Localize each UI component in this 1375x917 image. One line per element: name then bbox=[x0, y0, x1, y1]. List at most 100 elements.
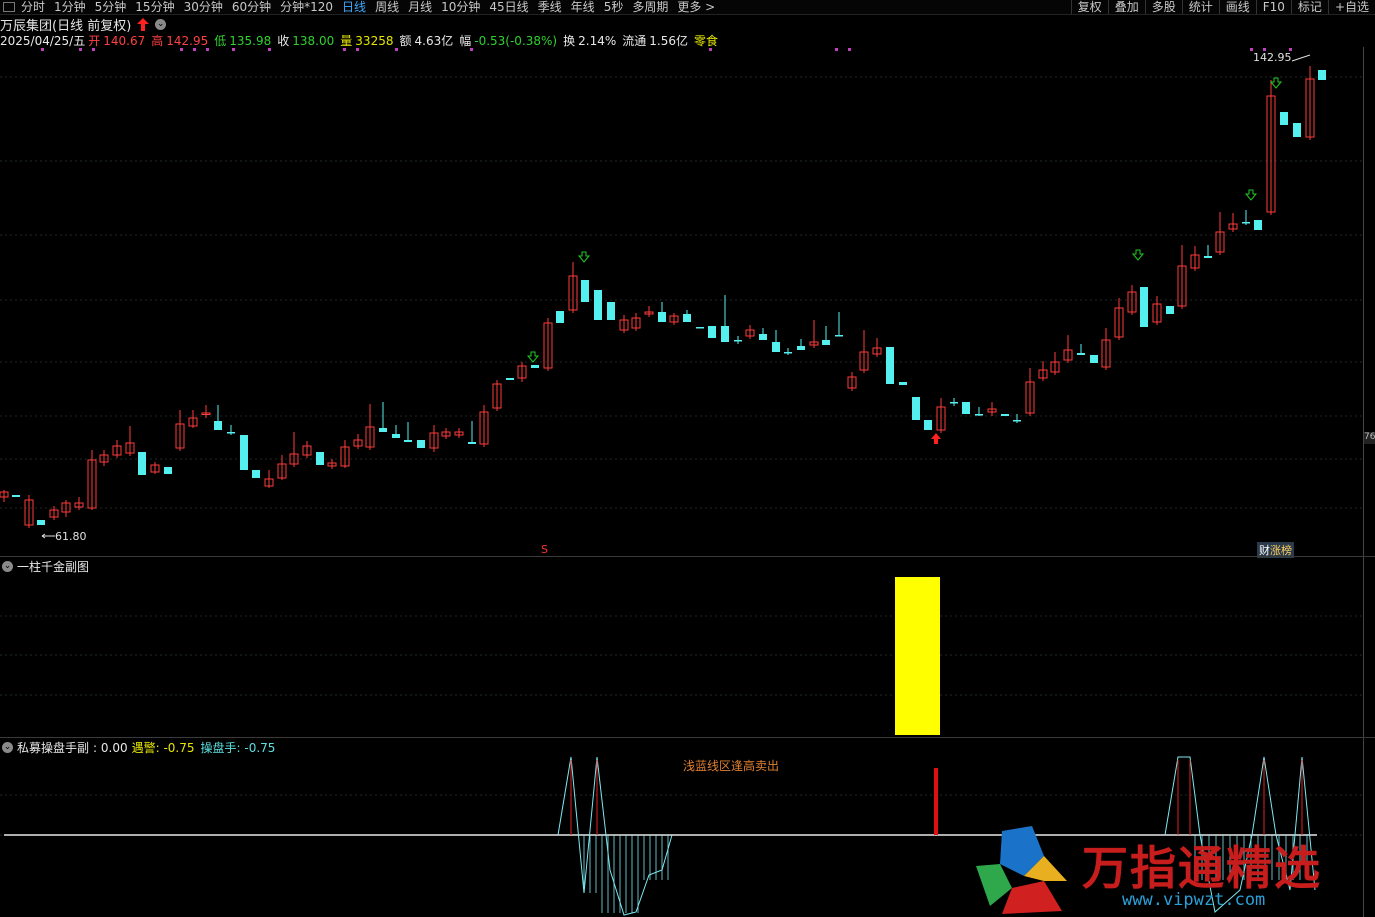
candle-body bbox=[734, 340, 742, 342]
candle-body bbox=[696, 327, 704, 329]
candle-body bbox=[227, 432, 235, 434]
candle-body bbox=[1001, 414, 1009, 416]
down-arrow-icon bbox=[1244, 189, 1258, 201]
candle-body bbox=[1254, 220, 1262, 230]
candle-body bbox=[316, 452, 324, 465]
up-arrow-icon bbox=[931, 433, 941, 444]
sell-hint-note: 浅蓝线区逢高卖出 bbox=[683, 759, 780, 773]
panel2-title: ⌄ 私募操盘手副 : 0.00 遇警 : -0.75 操盘手 : -0.75 bbox=[2, 739, 275, 756]
down-arrow-icon bbox=[1131, 249, 1145, 261]
chart-canvas[interactable] bbox=[0, 0, 1375, 917]
purple-signal-dot bbox=[193, 48, 196, 51]
purple-signal-dot bbox=[206, 48, 209, 51]
candle-body bbox=[468, 442, 476, 444]
right-price-axis bbox=[1363, 47, 1375, 917]
candle-body bbox=[683, 314, 691, 322]
purple-signal-dot bbox=[92, 48, 95, 51]
purple-signal-dot bbox=[79, 48, 82, 51]
candle-body bbox=[784, 352, 792, 354]
watermark-logo-icon bbox=[976, 826, 1067, 914]
panel2-red-bar bbox=[934, 768, 938, 835]
candle-body bbox=[912, 397, 920, 420]
candle-body bbox=[822, 340, 830, 345]
purple-signal-dot bbox=[356, 48, 359, 51]
candle-body bbox=[975, 414, 983, 416]
candle-body bbox=[899, 382, 907, 385]
purple-signal-dot bbox=[180, 48, 183, 51]
candle-body bbox=[1204, 256, 1212, 258]
purple-signal-dot bbox=[709, 48, 712, 51]
panel2-menu-icon[interactable]: ⌄ bbox=[2, 742, 13, 753]
candle-body bbox=[1293, 123, 1301, 137]
candle-body bbox=[772, 342, 780, 352]
panel1-title-text[interactable]: 一柱千金副图 bbox=[17, 558, 89, 575]
candle-body bbox=[1013, 420, 1021, 422]
watermark-url: www.vipwzt.com bbox=[1122, 890, 1266, 910]
s-signal-marker: S bbox=[541, 543, 548, 556]
candle-body bbox=[37, 520, 45, 525]
candle-body bbox=[252, 470, 260, 478]
candle-body bbox=[417, 440, 425, 448]
purple-signal-dot bbox=[41, 48, 44, 51]
high-price-marker: 142.95 bbox=[1253, 51, 1292, 64]
alert-label: 遇警 bbox=[131, 741, 156, 755]
candle-body bbox=[138, 452, 146, 475]
purple-signal-dot bbox=[395, 48, 398, 51]
candle-body bbox=[708, 326, 716, 338]
candle-body bbox=[392, 434, 400, 438]
golden-bar bbox=[895, 577, 940, 735]
alert-value: : -0.75 bbox=[155, 740, 195, 755]
trader-label: 操盘手 bbox=[200, 741, 237, 755]
watermark: 万指通精选 www.vipwzt.com bbox=[972, 826, 1372, 916]
watermark-text: 万指通精选 bbox=[1082, 841, 1322, 895]
candle-body bbox=[924, 420, 932, 430]
panel-separator bbox=[0, 737, 1375, 738]
candle-body bbox=[1166, 306, 1174, 314]
candle-body bbox=[759, 334, 767, 340]
down-arrow-icon bbox=[526, 351, 540, 363]
panel2-title-text[interactable]: 私募操盘手副 bbox=[17, 739, 89, 756]
high-pointer-line bbox=[1291, 54, 1311, 62]
down-arrow-icon bbox=[1269, 77, 1283, 89]
purple-signal-dot bbox=[835, 48, 838, 51]
candle-body bbox=[950, 402, 958, 404]
candle-body bbox=[835, 335, 843, 337]
candle-body bbox=[214, 421, 222, 430]
candle-body bbox=[240, 435, 248, 470]
low-pointer-line bbox=[41, 533, 55, 539]
candle-body bbox=[1090, 355, 1098, 363]
purple-signal-dot bbox=[848, 48, 851, 51]
panel-separator bbox=[0, 556, 1375, 557]
purple-signal-dot bbox=[343, 48, 346, 51]
candle-body bbox=[607, 302, 615, 320]
candle-body bbox=[1140, 287, 1148, 327]
trader-value: : -0.75 bbox=[236, 740, 276, 755]
candle-body bbox=[962, 402, 970, 414]
panel1-menu-icon[interactable]: ⌄ bbox=[2, 561, 13, 572]
purple-signal-dot bbox=[232, 48, 235, 51]
low-price-marker: 61.80 bbox=[55, 530, 87, 543]
candle-body bbox=[379, 428, 387, 432]
purple-signal-dot bbox=[268, 48, 271, 51]
candle-body bbox=[1077, 353, 1085, 355]
candle-body bbox=[721, 326, 729, 342]
candle-body bbox=[797, 346, 805, 350]
candle-body bbox=[531, 365, 539, 368]
axis-price-tag: 76 bbox=[1364, 432, 1375, 444]
candle-body bbox=[164, 467, 172, 474]
panel2-value: : 0.00 bbox=[93, 740, 128, 755]
candle-body bbox=[12, 495, 20, 497]
candle-body bbox=[1280, 112, 1288, 125]
candle-body bbox=[506, 378, 514, 380]
candle-body bbox=[594, 290, 602, 320]
candle-body bbox=[658, 312, 666, 322]
candle-body bbox=[404, 440, 412, 442]
oscillator-line bbox=[557, 756, 673, 916]
candle-body bbox=[556, 311, 564, 323]
down-arrow-icon bbox=[577, 251, 591, 263]
candle-body bbox=[886, 347, 894, 384]
panel1-title: ⌄ 一柱千金副图 bbox=[2, 558, 89, 575]
candle-body bbox=[581, 280, 589, 302]
purple-signal-dot bbox=[470, 48, 473, 51]
candle-body bbox=[1318, 70, 1326, 80]
